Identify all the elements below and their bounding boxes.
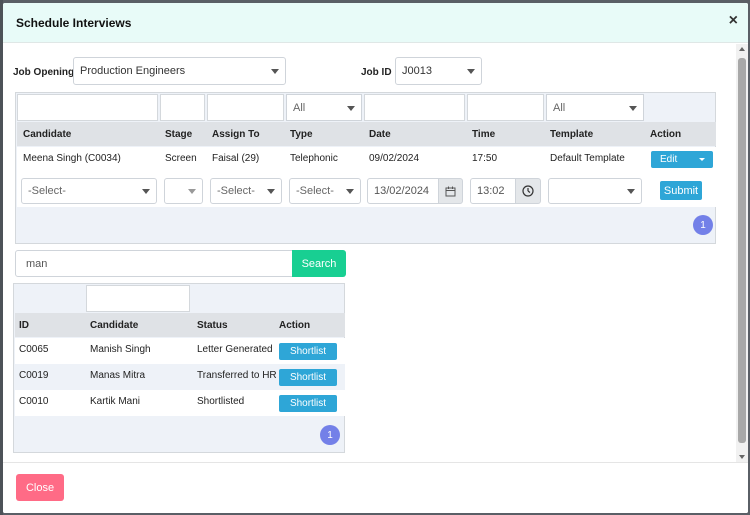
chevron-down-icon — [629, 105, 637, 111]
calendar-icon — [445, 186, 456, 196]
row-stage: Screen — [165, 153, 197, 164]
chevron-down-icon — [188, 189, 196, 194]
chevron-down-icon — [347, 105, 355, 111]
interviews-header-row: Candidate Stage Assign To Type Date Time… — [17, 122, 716, 146]
caret-down-icon — [699, 158, 705, 161]
modal-footer: Close — [3, 462, 748, 513]
col-time: Time — [472, 129, 496, 140]
scroll-down-icon — [739, 455, 745, 459]
candidates-header-row: ID Candidate Status Action — [15, 313, 345, 337]
col-candidate: Candidate — [90, 320, 139, 331]
candidates-page-1[interactable]: 1 — [320, 425, 340, 445]
new-date-input[interactable]: 13/02/2024 — [367, 178, 439, 204]
new-assign-placeholder: -Select- — [217, 185, 255, 197]
chevron-down-icon — [467, 69, 475, 74]
chevron-down-icon — [271, 69, 279, 74]
new-assign-select[interactable]: -Select- — [210, 178, 282, 204]
submit-button[interactable]: Submit — [660, 181, 702, 200]
calendar-button[interactable] — [438, 178, 463, 204]
cand-name: Manish Singh — [90, 344, 151, 355]
close-button[interactable]: Close — [16, 474, 64, 501]
chevron-down-icon — [346, 189, 354, 194]
job-id-select[interactable]: J0013 — [395, 57, 482, 85]
cand-id: C0065 — [19, 344, 49, 355]
search-button[interactable]: Search — [292, 250, 346, 277]
scroll-up-icon — [739, 47, 745, 51]
row-assign-to: Faisal (29) — [212, 153, 260, 164]
new-template-select[interactable] — [548, 178, 642, 204]
col-action: Action — [279, 320, 311, 331]
interviews-table: All All Candidate Stage Assign To Type D… — [15, 92, 716, 244]
candidate-search-input[interactable]: man — [15, 250, 293, 277]
row-time: 17:50 — [472, 153, 498, 164]
filter-assign-to[interactable] — [207, 94, 284, 121]
row-type: Telephonic — [290, 153, 338, 164]
modal-title: Schedule Interviews — [16, 16, 132, 30]
cand-status: Transferred to HR — [197, 370, 277, 381]
table-row: C0065 Manish Singh Letter Generated Shor… — [15, 338, 345, 364]
filter-candidate-name[interactable] — [86, 285, 190, 312]
chevron-down-icon — [627, 189, 635, 194]
scrollbar-thumb[interactable] — [738, 58, 746, 443]
col-stage: Stage — [165, 129, 193, 140]
col-type: Type — [290, 129, 313, 140]
row-date: 09/02/2024 — [369, 153, 420, 164]
edit-button[interactable]: Edit — [651, 151, 713, 168]
schedule-interviews-modal: Schedule Interviews × Job Opening Produc… — [3, 3, 748, 513]
shortlist-button[interactable]: Shortlist — [279, 369, 337, 386]
filter-stage[interactable] — [160, 94, 205, 121]
new-type-select[interactable]: -Select- — [289, 178, 361, 204]
new-candidate-select[interactable]: -Select- — [21, 178, 157, 204]
job-id-value: J0013 — [402, 65, 432, 77]
col-date: Date — [369, 129, 391, 140]
new-interview-row: -Select- -Select- -Select- 13/02/2024 13… — [17, 173, 716, 207]
cand-name: Kartik Mani — [90, 396, 141, 407]
interviews-page-1[interactable]: 1 — [693, 215, 713, 235]
job-opening-value: Production Engineers — [80, 65, 186, 77]
chevron-down-icon — [267, 189, 275, 194]
clock-button[interactable] — [515, 178, 541, 204]
col-action: Action — [650, 129, 682, 140]
cand-id: C0019 — [19, 370, 49, 381]
new-type-placeholder: -Select- — [296, 185, 334, 197]
table-row: Meena Singh (C0034) Screen Faisal (29) T… — [17, 147, 716, 173]
col-assign-to: Assign To — [212, 129, 260, 140]
cand-name: Manas Mitra — [90, 370, 146, 381]
cand-status: Shortlisted — [197, 396, 245, 407]
edit-button-label: Edit — [660, 154, 678, 165]
shortlist-button[interactable]: Shortlist — [279, 343, 337, 360]
cand-status: Letter Generated — [197, 344, 273, 355]
table-row: C0019 Manas Mitra Transferred to HR Shor… — [15, 364, 345, 390]
filter-type-value: All — [293, 101, 306, 114]
row-candidate: Meena Singh (C0034) — [23, 153, 121, 164]
col-status: Status — [197, 320, 228, 331]
col-candidate: Candidate — [23, 129, 72, 140]
filter-type-select[interactable]: All — [286, 94, 362, 121]
close-icon[interactable]: × — [729, 13, 738, 29]
clock-icon — [522, 185, 534, 197]
filter-template-value: All — [553, 101, 566, 114]
filter-template-select[interactable]: All — [546, 94, 644, 121]
new-stage-select[interactable] — [164, 178, 203, 204]
job-id-label: Job ID — [361, 67, 392, 78]
row-template: Default Template — [550, 153, 625, 164]
modal-body: Job Opening Production Engineers Job ID … — [3, 44, 736, 462]
cand-id: C0010 — [19, 396, 49, 407]
new-time-input[interactable]: 13:02 — [470, 178, 516, 204]
candidates-table: ID Candidate Status Action C0065 Manish … — [13, 283, 345, 453]
table-row: C0010 Kartik Mani Shortlisted Shortlist — [15, 390, 345, 416]
modal-scrollbar[interactable] — [736, 44, 748, 462]
filter-date[interactable] — [364, 94, 465, 121]
job-opening-select[interactable]: Production Engineers — [73, 57, 286, 85]
chevron-down-icon — [142, 189, 150, 194]
filter-candidate[interactable] — [17, 94, 158, 121]
job-opening-label: Job Opening — [13, 67, 75, 78]
filter-time[interactable] — [467, 94, 544, 121]
shortlist-button[interactable]: Shortlist — [279, 395, 337, 412]
new-candidate-placeholder: -Select- — [28, 185, 66, 197]
modal-header: Schedule Interviews × — [3, 3, 748, 43]
col-template: Template — [550, 129, 594, 140]
col-id: ID — [19, 320, 29, 331]
